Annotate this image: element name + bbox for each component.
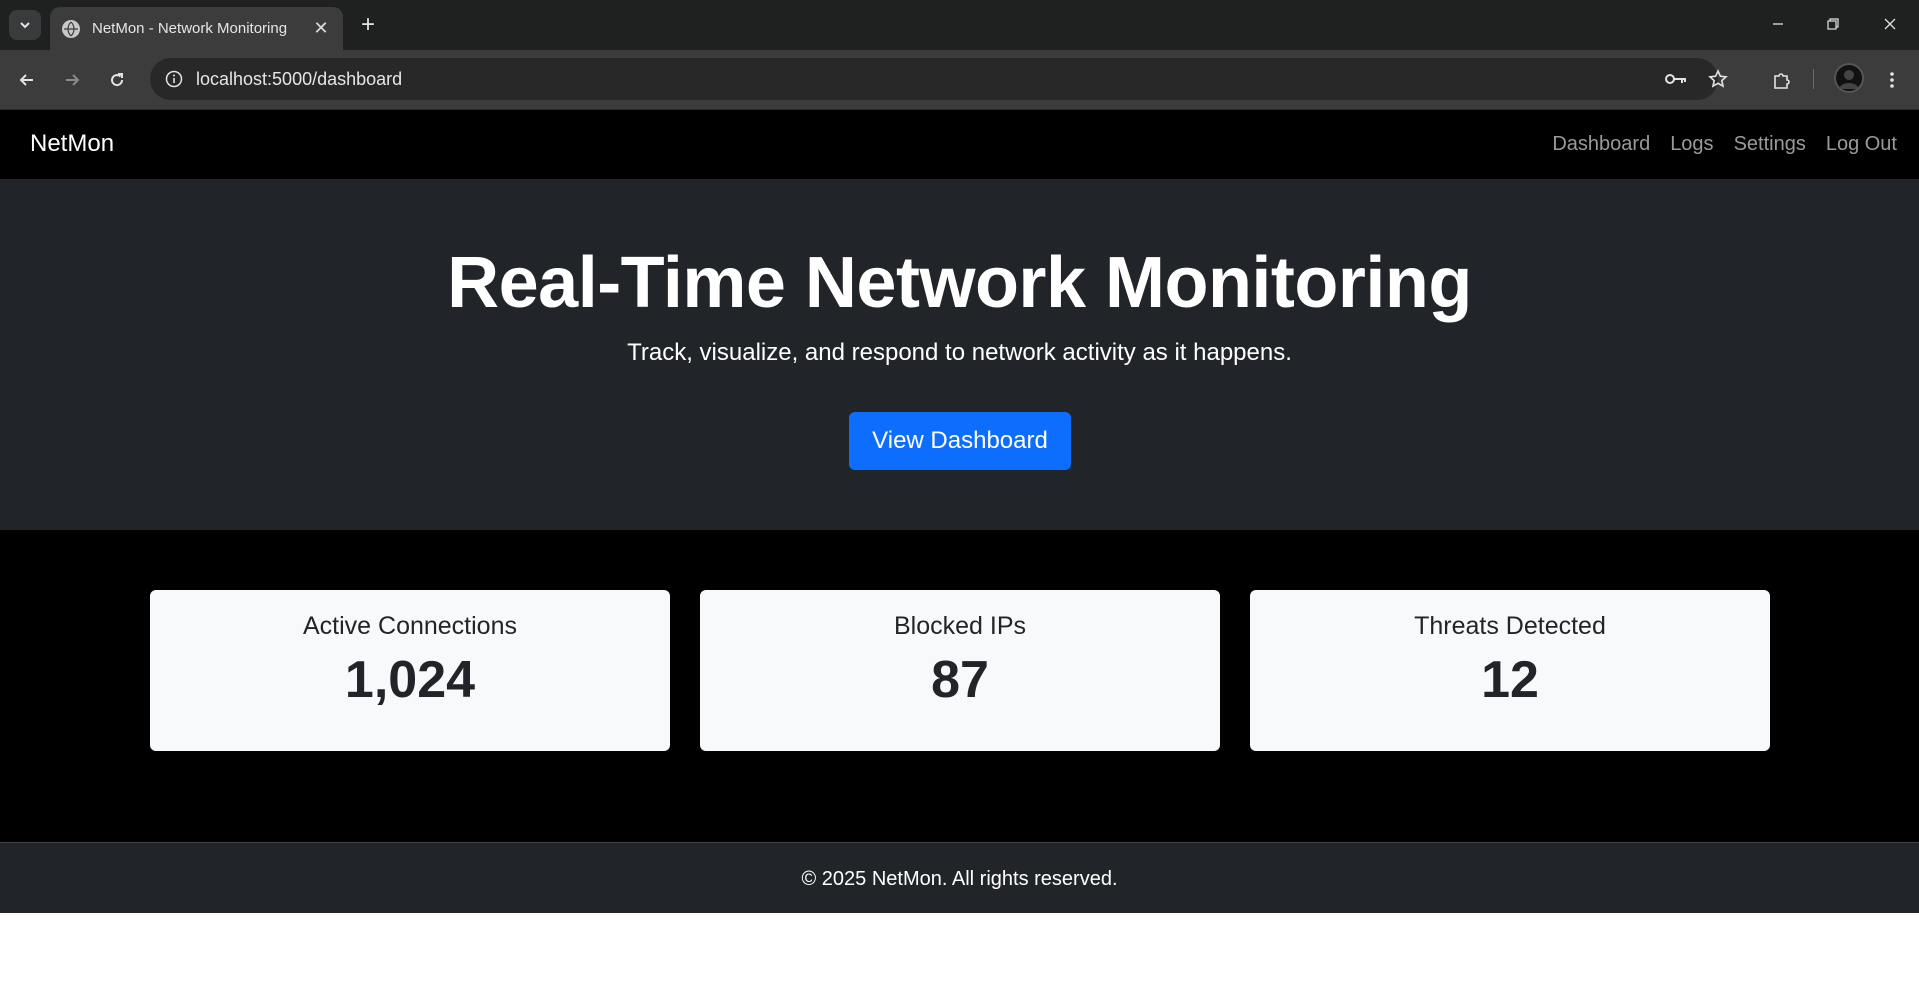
extensions-button[interactable] — [1766, 64, 1798, 96]
nav-link-logout[interactable]: Log Out — [1826, 133, 1897, 156]
stat-value: 12 — [1481, 651, 1539, 709]
toolbar-divider — [1813, 69, 1814, 89]
nav-link-settings[interactable]: Settings — [1734, 133, 1806, 156]
browser-tabstrip: NetMon - Network Monitoring ✕ + — [0, 0, 1919, 50]
nav-links: Dashboard Logs Settings Log Out — [1552, 133, 1897, 156]
stat-value: 87 — [931, 651, 989, 709]
stats-section: Active Connections 1,024 Blocked IPs 87 … — [0, 530, 1919, 842]
back-button[interactable] — [11, 64, 43, 96]
forward-button[interactable] — [56, 64, 88, 96]
url-text: localhost:5000/dashboard — [196, 68, 403, 89]
nav-link-logs[interactable]: Logs — [1670, 133, 1713, 156]
close-icon — [1884, 18, 1896, 30]
minimize-icon — [1773, 23, 1783, 25]
hero-subtitle: Track, visualize, and respond to network… — [627, 339, 1292, 366]
view-dashboard-button[interactable]: View Dashboard — [849, 412, 1071, 470]
reload-icon — [111, 73, 124, 87]
brand-logo-link[interactable]: NetMon — [30, 130, 114, 158]
site-navbar: NetMon Dashboard Logs Settings Log Out — [0, 109, 1919, 179]
puzzle-icon — [1774, 73, 1790, 89]
hero-section: Real-Time Network Monitoring Track, visu… — [0, 179, 1919, 530]
chevron-down-icon — [20, 22, 30, 29]
stat-label: Active Connections — [302, 612, 517, 640]
arrow-right-icon — [66, 74, 80, 86]
hero-title: Real-Time Network Monitoring — [447, 243, 1472, 323]
new-tab-button[interactable]: + — [354, 11, 382, 39]
browser-menu-button[interactable] — [1876, 64, 1908, 96]
stat-card-blocked-ips: Blocked IPs 87 — [700, 590, 1220, 751]
restore-button[interactable] — [1813, 9, 1853, 39]
restore-icon — [1827, 18, 1839, 30]
site-footer: © 2025 NetMon. All rights reserved. — [0, 842, 1919, 913]
nav-link-dashboard[interactable]: Dashboard — [1552, 133, 1650, 156]
arrow-left-icon — [19, 74, 33, 86]
profile-avatar-icon — [1839, 70, 1859, 89]
address-bar[interactable]: localhost:5000/dashboard — [150, 58, 1728, 100]
reload-button[interactable] — [101, 64, 133, 96]
browser-toolbar: localhost:5000/dashboard — [0, 50, 1919, 109]
stat-label: Threats Detected — [1414, 612, 1606, 640]
password-key-icon[interactable] — [1660, 58, 1692, 100]
stat-value: 1,024 — [344, 651, 476, 709]
close-tab-icon[interactable]: ✕ — [311, 18, 331, 39]
tab-search-button[interactable] — [9, 10, 41, 40]
kebab-menu-icon — [1890, 72, 1894, 88]
stat-card-threats-detected: Threats Detected 12 — [1250, 590, 1770, 751]
stat-label: Blocked IPs — [893, 612, 1026, 640]
footer-copyright: © 2025 NetMon. All rights reserved. — [801, 868, 1118, 890]
close-window-button[interactable] — [1870, 9, 1910, 39]
browser-tab-active[interactable]: NetMon - Network Monitoring ✕ — [50, 7, 343, 50]
stat-card-active-connections: Active Connections 1,024 — [150, 590, 670, 751]
profile-avatar[interactable] — [1834, 63, 1864, 93]
tab-title: NetMon - Network Monitoring — [92, 20, 288, 37]
minimize-button[interactable] — [1758, 9, 1798, 39]
site-info-icon[interactable] — [164, 69, 184, 89]
bookmark-star-icon[interactable] — [1702, 58, 1734, 100]
globe-icon — [62, 19, 80, 38]
